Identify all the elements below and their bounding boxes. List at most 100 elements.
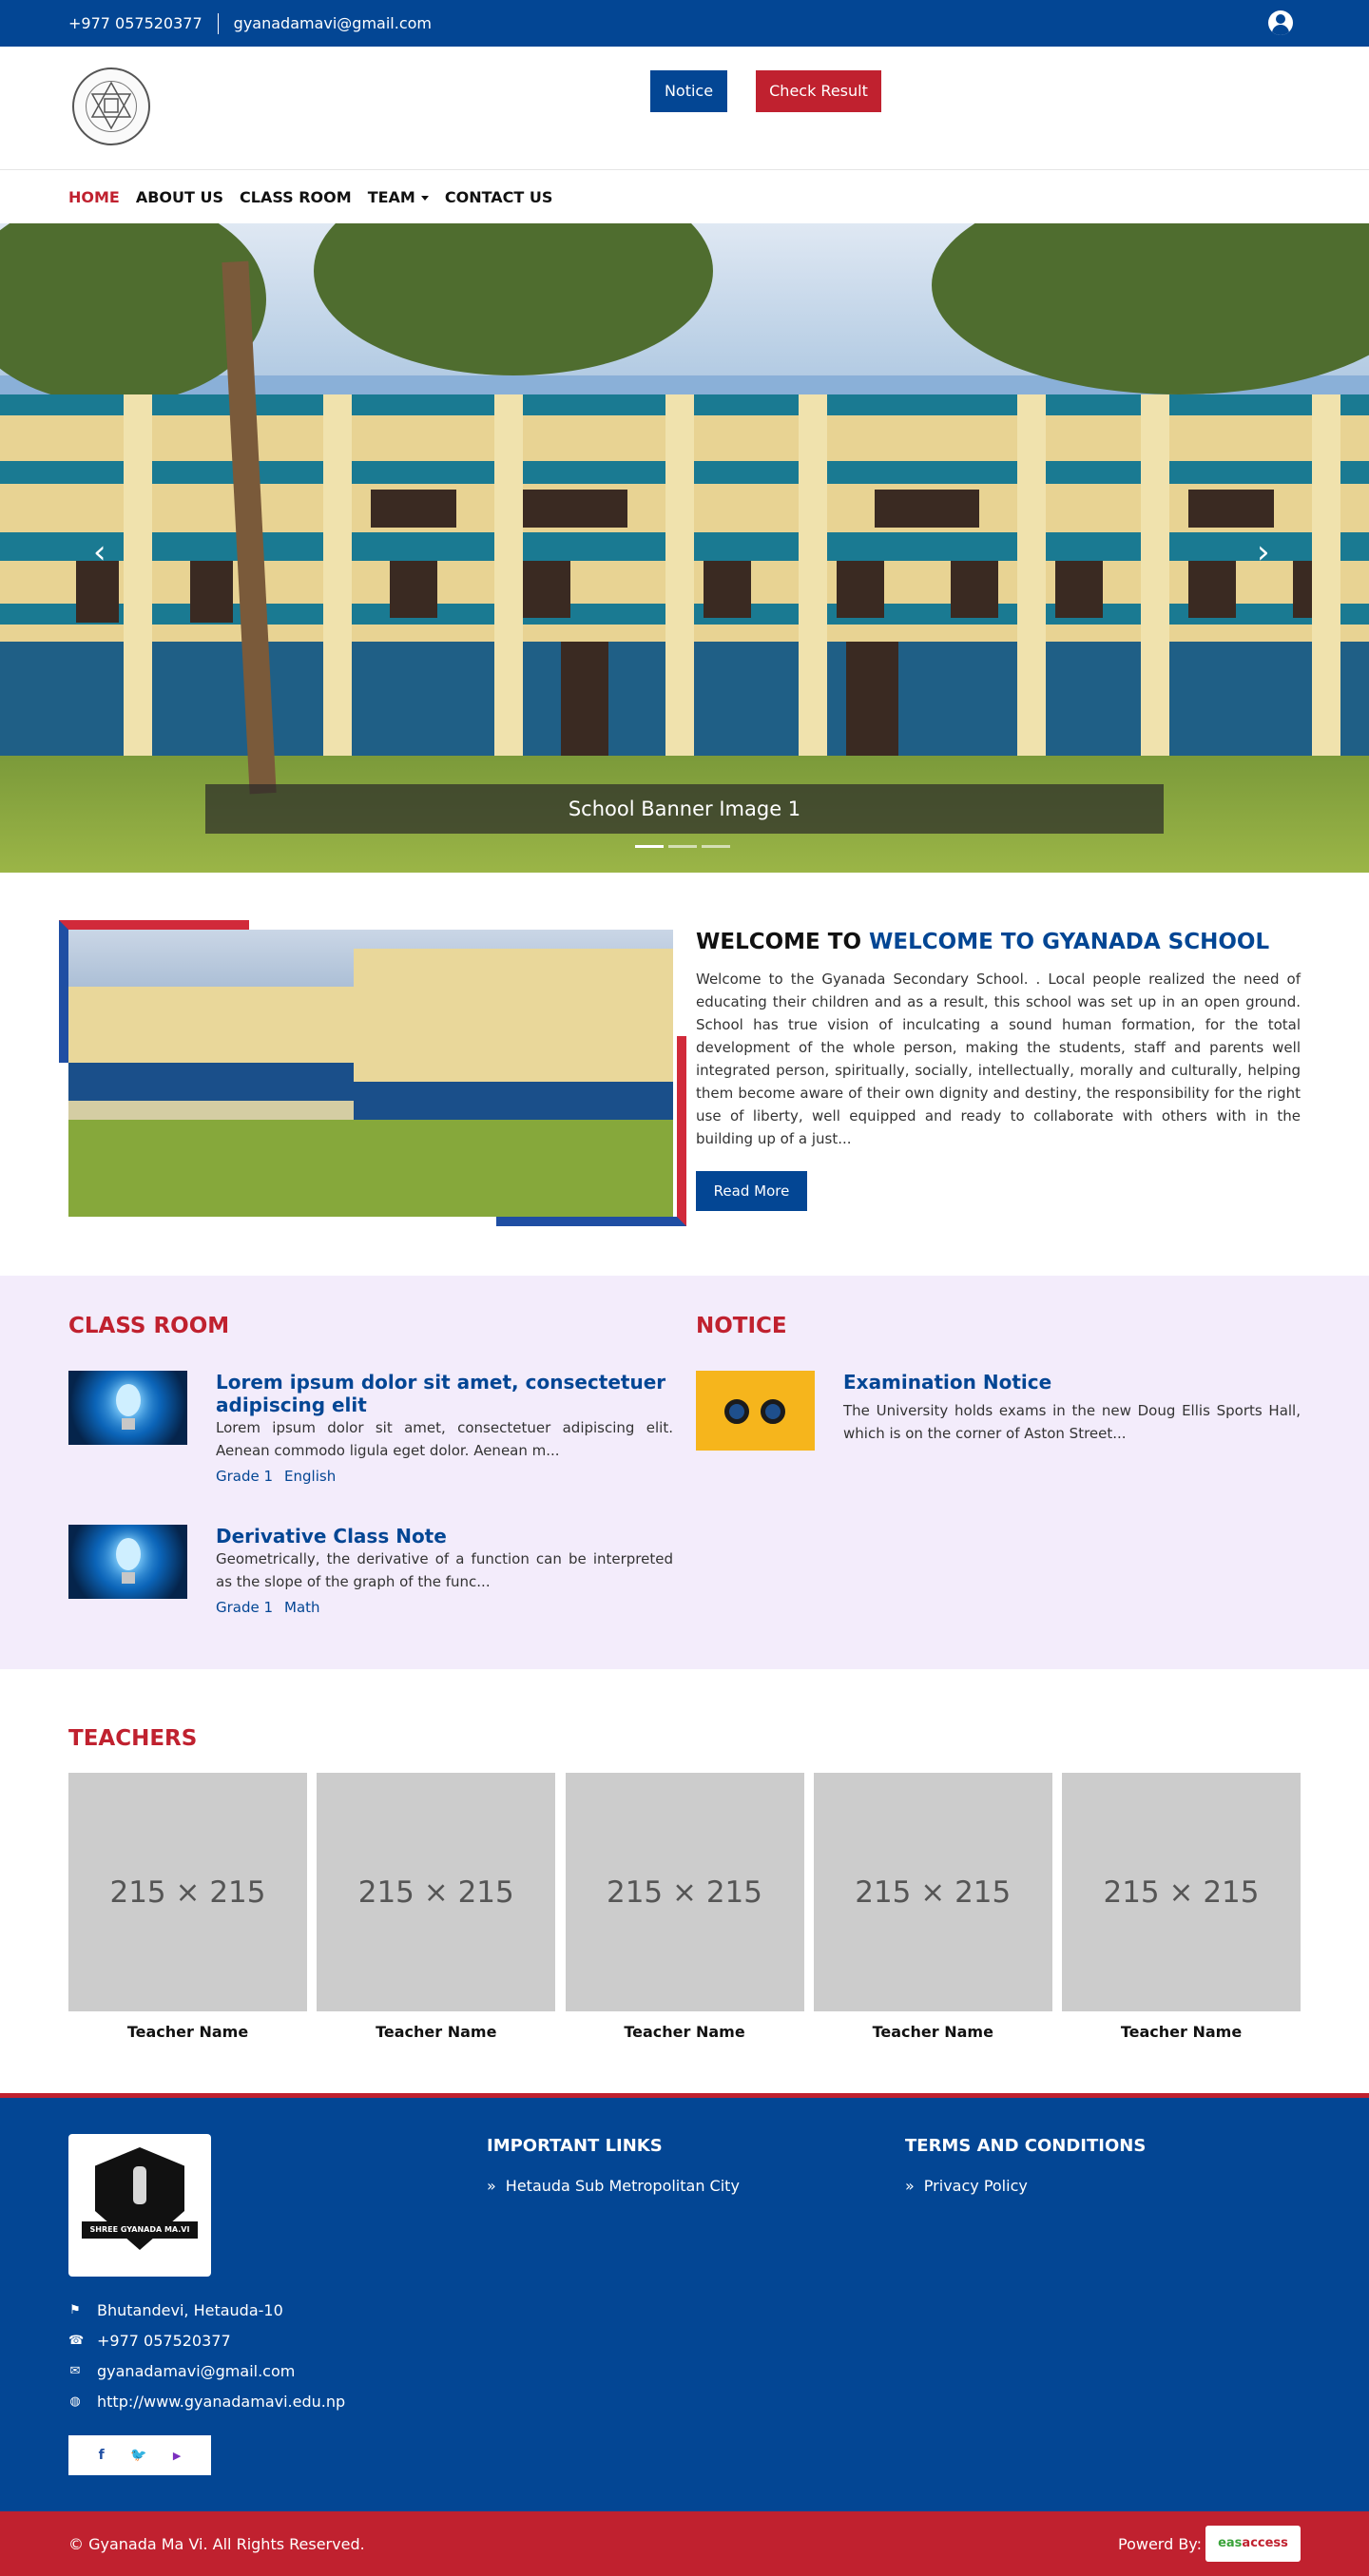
teacher-card[interactable]: 215 × 215 Teacher Name (68, 1773, 307, 2041)
lightbulb-thumbnail[interactable] (68, 1371, 187, 1445)
footer-website-row[interactable]: ◍ http://www.gyanadamavi.edu.np (68, 2387, 345, 2417)
nav-team[interactable]: TEAM (368, 188, 429, 206)
chevron-right-icon[interactable]: › (1257, 533, 1270, 571)
footer-email[interactable]: gyanadamavi@gmail.com (97, 2356, 295, 2387)
teacher-card[interactable]: 215 × 215 Teacher Name (1062, 1773, 1301, 2041)
subject-tag[interactable]: English (284, 1468, 336, 1485)
main-nav: HOME ABOUT US CLASS ROOM TEAM CONTACT US (0, 170, 1369, 223)
photo-wing (354, 949, 673, 1120)
terms-column: TERMS AND CONDITIONS » Privacy Policy (905, 2136, 1146, 2195)
seal-inner-ring (86, 81, 137, 132)
classroom-item-excerpt: Lorem ipsum dolor sit amet, consectetuer… (216, 1419, 673, 1459)
classroom-item-title[interactable]: Lorem ipsum dolor sit amet, consectetuer… (216, 1371, 673, 1416)
teacher-photo-placeholder: 215 × 215 (1062, 1773, 1301, 2011)
notice-button[interactable]: Notice (650, 70, 727, 112)
notice-column: NOTICE Examination Notice The University… (696, 1314, 1301, 1525)
footer-logo[interactable]: SHREE GYANADA MA.VI (68, 2134, 211, 2277)
nav-about-us[interactable]: ABOUT US (136, 188, 223, 206)
teacher-name: Teacher Name (376, 2023, 497, 2041)
topbar-email[interactable]: gyanadamavi@gmail.com (234, 14, 432, 32)
footer-website[interactable]: http://www.gyanadamavi.edu.np (97, 2387, 345, 2417)
grade-tag[interactable]: Grade 1 (216, 1468, 273, 1485)
classroom-column: CLASS ROOM Lorem ipsum dolor sit amet, c… (68, 1314, 673, 1679)
nav-class-room[interactable]: CLASS ROOM (240, 188, 352, 206)
teacher-card[interactable]: 215 × 215 Teacher Name (813, 1773, 1052, 2041)
binoculars-icon[interactable] (696, 1371, 815, 1451)
carousel-indicator[interactable] (668, 845, 697, 848)
teacher-photo-placeholder: 215 × 215 (813, 1773, 1052, 2011)
nav-contact-us[interactable]: CONTACT US (445, 188, 553, 206)
topbar-phone[interactable]: +977 057520377 (68, 14, 202, 32)
top-bar: +977 057520377 gyanadamavi@gmail.com (0, 0, 1369, 47)
double-chevron-right-icon: » (905, 2177, 915, 2195)
footer-contact: ⚑ Bhutandevi, Hetauda-10 ☎ +977 057520377 … (68, 2296, 345, 2417)
teacher-photo-placeholder: 215 × 215 (565, 1773, 804, 2011)
check-result-button[interactable]: Check Result (756, 70, 881, 112)
school-photo (68, 930, 673, 1217)
social-links: f 🐦 ▶ (68, 2435, 211, 2475)
teachers-section: TEACHERS 215 × 215 Teacher Name 215 × 215… (0, 1669, 1369, 2093)
nav-home[interactable]: HOME (68, 188, 120, 206)
welcome-body: Welcome to the Gyanada Secondary School.… (696, 971, 1301, 1147)
teacher-grid: 215 × 215 Teacher Name 215 × 215 Teacher N… (68, 1773, 1301, 2041)
divider (217, 12, 219, 34)
carousel-indicator[interactable] (702, 845, 730, 848)
footer-link[interactable]: » Hetauda Sub Metropolitan City (487, 2177, 740, 2195)
footer-link[interactable]: » Privacy Policy (905, 2177, 1146, 2195)
carousel-indicators (635, 845, 735, 848)
classroom-heading: CLASS ROOM (68, 1314, 230, 1338)
easy-access-logo[interactable]: easaccess (1205, 2526, 1301, 2562)
banner-caption: School Banner Image 1 (205, 784, 1164, 834)
footer-email-row[interactable]: ✉ gyanadamavi@gmail.com (68, 2356, 345, 2387)
teacher-photo-placeholder: 215 × 215 (317, 1773, 556, 2011)
notice-item-excerpt: The University holds exams in the new Do… (843, 1402, 1301, 1442)
footer-address: Bhutandevi, Hetauda-10 (97, 2301, 283, 2319)
classroom-notice-section: CLASS ROOM Lorem ipsum dolor sit amet, c… (0, 1276, 1369, 1669)
notice-heading: NOTICE (696, 1314, 787, 1338)
read-more-button[interactable]: Read More (696, 1171, 807, 1211)
lightbulb-thumbnail[interactable] (68, 1525, 187, 1599)
signpost-icon: ⚑ (69, 2303, 81, 2317)
teacher-name: Teacher Name (1120, 2023, 1243, 2041)
welcome-title: WELCOME TO WELCOME TO GYANADA SCHOOL (696, 930, 1270, 954)
footer-phone[interactable]: +977 057520377 (97, 2326, 231, 2356)
envelope-icon: ✉ (69, 2364, 81, 2378)
site-header: Notice Check Result (0, 47, 1369, 170)
footer-link-label[interactable]: Privacy Policy (924, 2177, 1028, 2195)
subject-tag[interactable]: Math (284, 1599, 320, 1616)
footer-phone-row[interactable]: ☎ +977 057520377 (68, 2326, 345, 2356)
notice-item[interactable]: Examination Notice The University holds … (696, 1371, 1301, 1525)
phone-icon: ☎ (68, 2334, 85, 2348)
teacher-card[interactable]: 215 × 215 Teacher Name (317, 1773, 556, 2041)
nav-team-label: TEAM (367, 187, 415, 206)
youtube-icon[interactable]: ▶ (173, 2450, 181, 2462)
classroom-item-title[interactable]: Derivative Class Note (216, 1525, 673, 1548)
photo-lawn (68, 1120, 673, 1217)
logo-ribbon: SHREE GYANADA MA.VI (82, 2221, 198, 2239)
carousel-indicator[interactable] (635, 845, 664, 848)
notice-item-title[interactable]: Examination Notice (843, 1371, 1301, 1394)
school-seal-icon[interactable] (72, 67, 150, 145)
teacher-photo-placeholder: 215 × 215 (68, 1773, 307, 2011)
facebook-icon[interactable]: f (99, 2448, 105, 2463)
twitter-icon[interactable]: 🐦 (130, 2448, 146, 2463)
user-circle-icon[interactable] (1268, 10, 1293, 35)
grade-tag[interactable]: Grade 1 (216, 1599, 273, 1616)
caret-down-icon (420, 195, 429, 201)
teacher-card[interactable]: 215 × 215 Teacher Name (565, 1773, 804, 2041)
footer-link-label[interactable]: Hetauda Sub Metropolitan City (506, 2177, 740, 2195)
classroom-item[interactable]: Derivative Class Note Geometrically, the… (68, 1525, 673, 1679)
teacher-name: Teacher Name (126, 2023, 249, 2041)
copyright-bar: © Gyanada Ma Vi. All Rights Reserved. Po… (0, 2511, 1369, 2576)
teacher-name: Teacher Name (624, 2023, 745, 2041)
chevron-left-icon[interactable]: ‹ (93, 533, 106, 571)
site-footer: SHREE GYANADA MA.VI ⚑ Bhutandevi, Hetauda… (0, 2093, 1369, 2511)
footer-address-row: ⚑ Bhutandevi, Hetauda-10 (68, 2296, 345, 2326)
powered-by: Powerd By: easaccess (1118, 2526, 1301, 2562)
copyright-text: © Gyanada Ma Vi. All Rights Reserved. (68, 2534, 365, 2553)
welcome-section: WELCOME TO WELCOME TO GYANADA SCHOOL Wel… (0, 873, 1369, 1276)
welcome-text: WELCOME TO WELCOME TO GYANADA SCHOOL Wel… (696, 930, 1301, 1211)
important-links-heading: IMPORTANT LINKS (487, 2136, 663, 2156)
classroom-item[interactable]: Lorem ipsum dolor sit amet, consectetuer… (68, 1371, 673, 1525)
double-chevron-right-icon: » (487, 2177, 496, 2195)
